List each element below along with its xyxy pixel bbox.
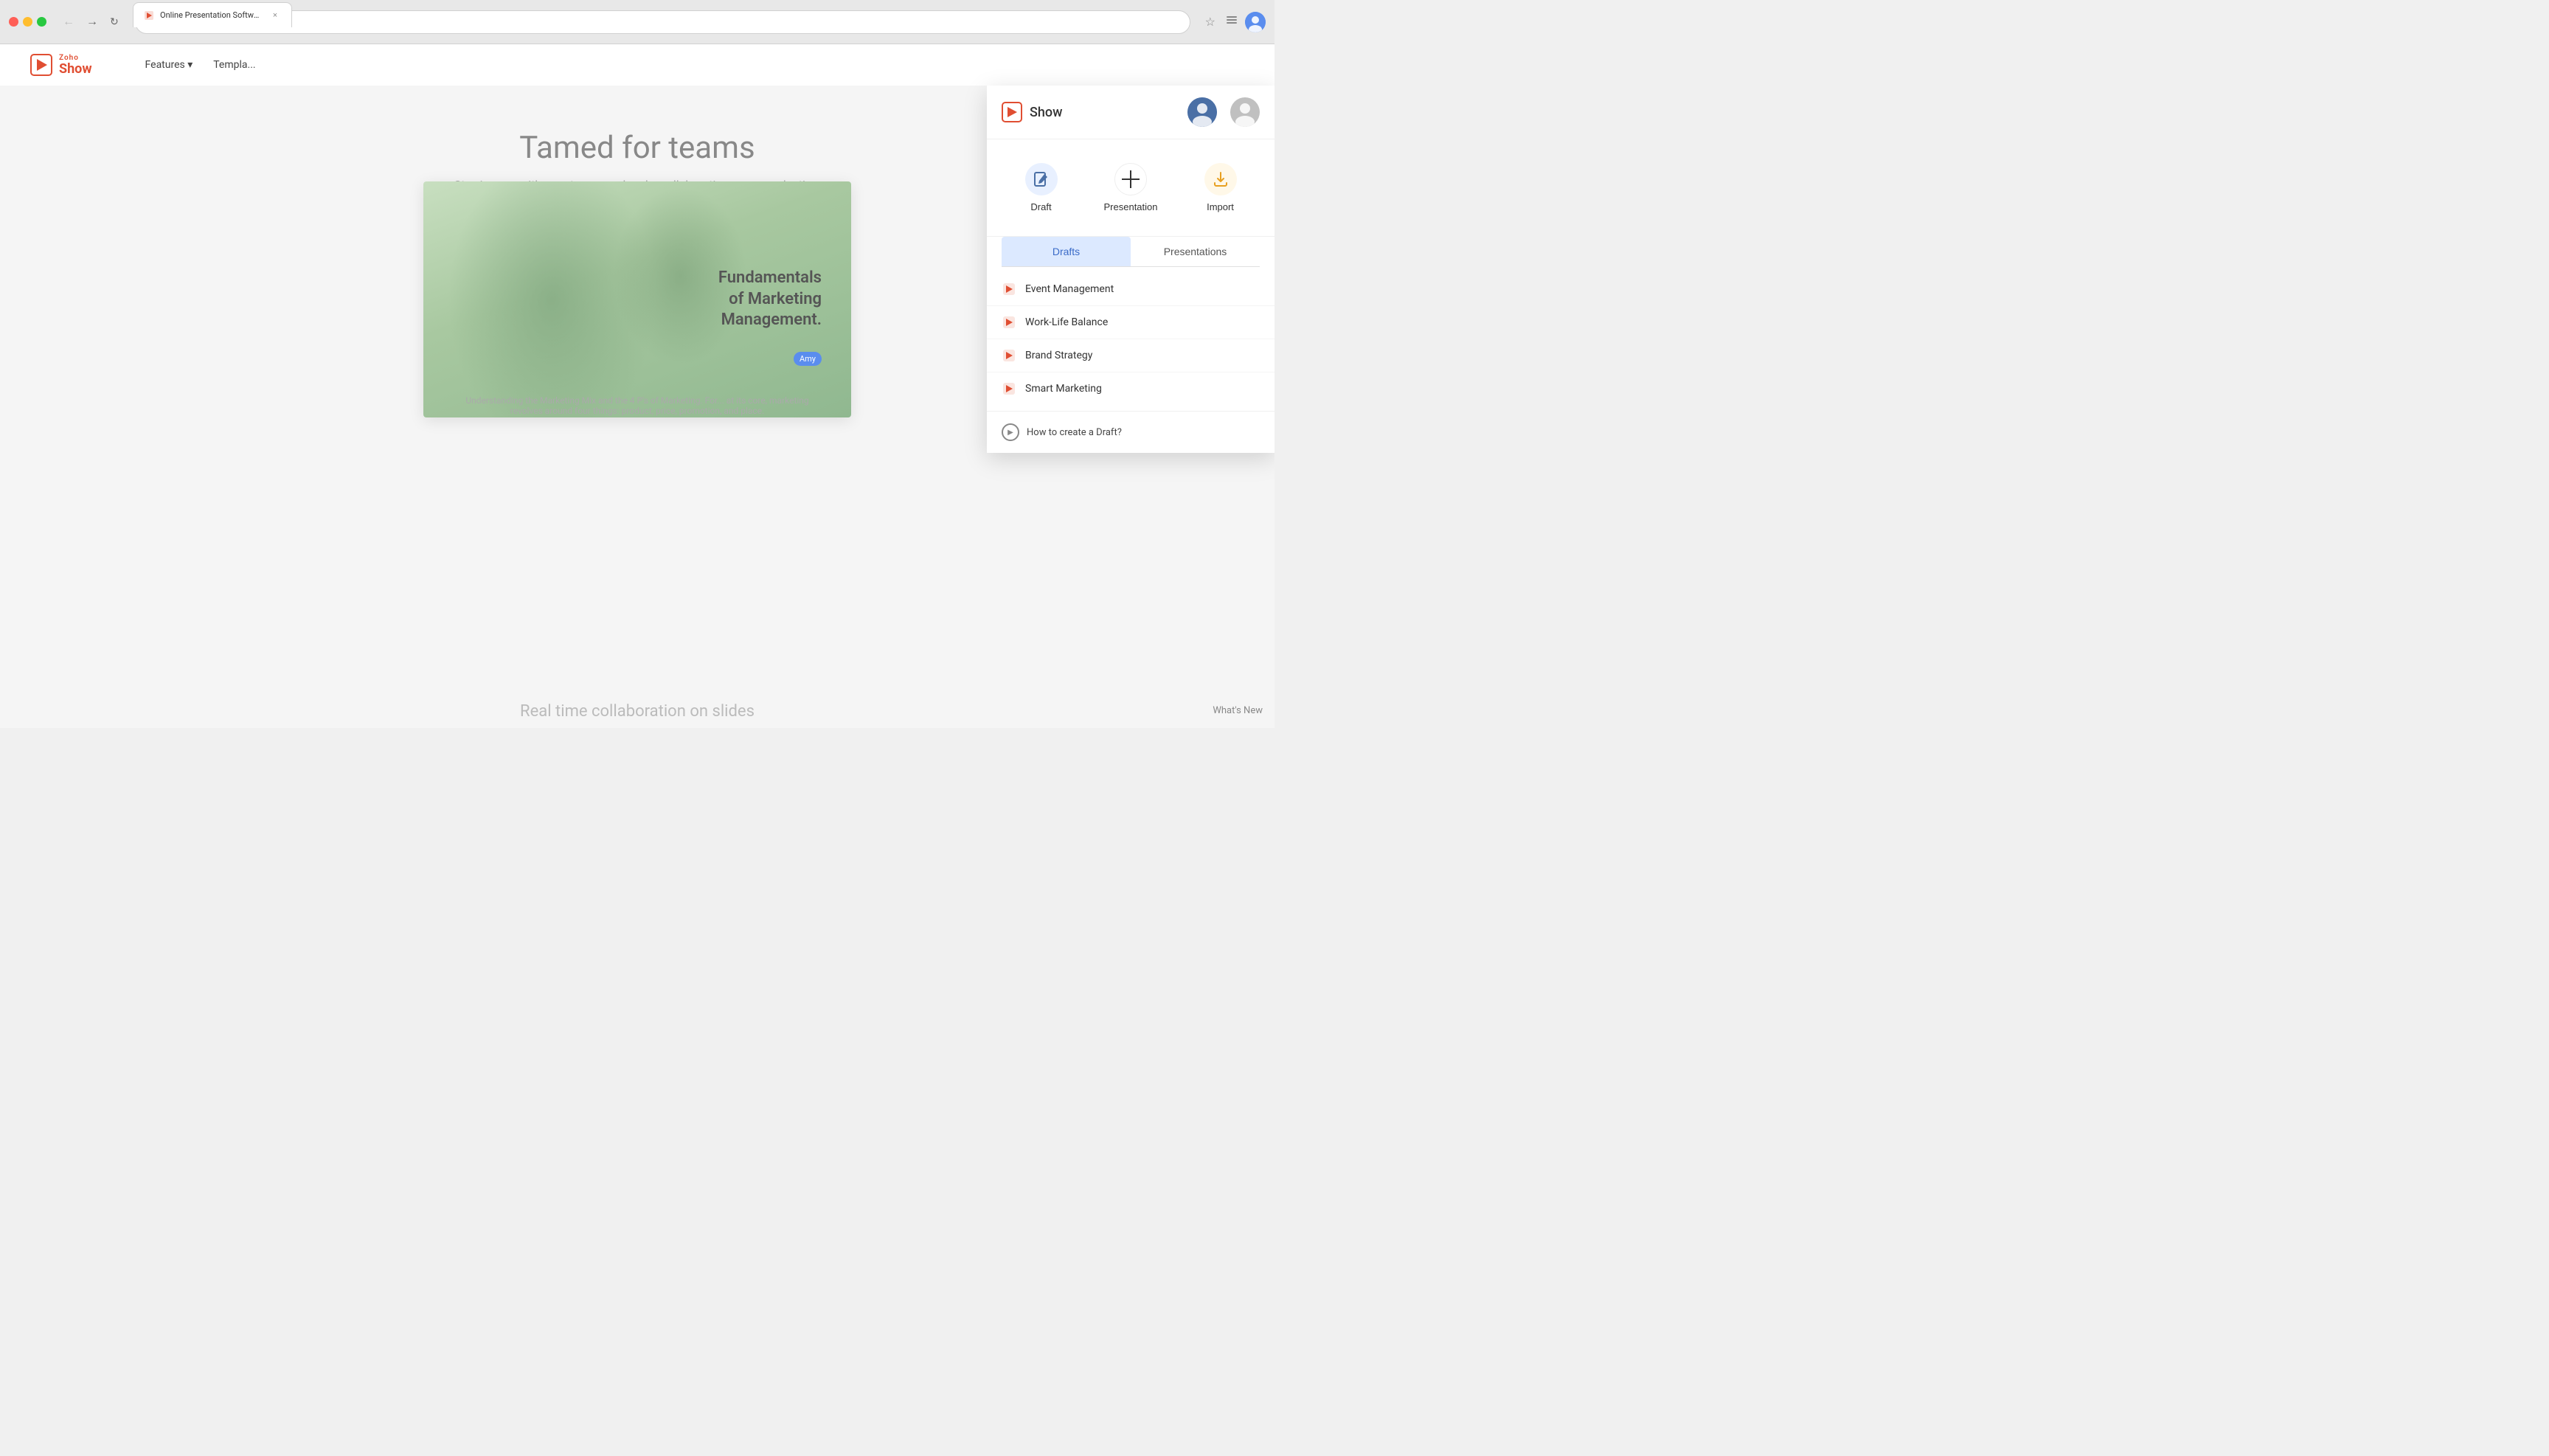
- how-to-create-draft-link[interactable]: How to create a Draft?: [1027, 427, 1122, 438]
- popup-actions: Draft Presentation Imp: [987, 139, 1274, 237]
- item-show-icon-1: [1002, 282, 1016, 297]
- real-time-collaboration-text: Real time collaboration on slides: [520, 702, 755, 721]
- close-traffic-light[interactable]: [9, 17, 18, 27]
- tab-drafts[interactable]: Drafts: [1002, 237, 1131, 266]
- import-icon: [1204, 163, 1237, 195]
- play-circle-icon: ▶: [1002, 423, 1019, 441]
- address-bar[interactable]: Zoho.com/show/: [135, 10, 1190, 34]
- logo-show: Show: [59, 62, 92, 77]
- import-label: Import: [1207, 201, 1234, 212]
- refresh-button[interactable]: ↻: [105, 13, 123, 31]
- user-avatar[interactable]: [1245, 12, 1266, 32]
- zoho-show-logo[interactable]: Zoho Show: [30, 53, 92, 77]
- popup-header: Show: [987, 86, 1274, 139]
- slide-text-overlay: Fundamentalsof MarketingManagement.: [718, 268, 822, 331]
- popup-panel: Show: [987, 86, 1274, 453]
- list-item[interactable]: Smart Marketing: [987, 372, 1274, 405]
- item-label-4: Smart Marketing: [1025, 383, 1102, 395]
- list-item[interactable]: Work-Life Balance: [987, 306, 1274, 339]
- nav-buttons: ← → ↻: [58, 13, 123, 32]
- site-navigation: Zoho Show Features ▾ Templa...: [0, 44, 1274, 86]
- slide-preview: Fundamentalsof MarketingManagement. ‹ Am…: [423, 181, 851, 417]
- tab-close-button[interactable]: ×: [269, 10, 281, 21]
- browser-chrome: Online Presentation Software × ← → ↻ Zoh…: [0, 0, 1274, 44]
- logo-text: Zoho Show: [59, 54, 92, 77]
- bookmark-button[interactable]: ☆: [1202, 12, 1218, 32]
- draft-icon: [1025, 163, 1058, 195]
- list-item[interactable]: Brand Strategy: [987, 339, 1274, 372]
- item-label-3: Brand Strategy: [1025, 350, 1092, 361]
- item-show-icon-4: [1002, 381, 1016, 396]
- site-nav-links: Features ▾ Templa...: [136, 55, 1245, 75]
- item-show-icon-3: [1002, 348, 1016, 363]
- tab-title: Online Presentation Software: [160, 10, 263, 20]
- browser-actions: ☆: [1202, 10, 1266, 34]
- templates-nav-link[interactable]: Templa...: [204, 55, 264, 75]
- back-button[interactable]: ←: [58, 13, 79, 32]
- presentation-icon: [1114, 163, 1147, 195]
- popup-footer: ▶ How to create a Draft?: [987, 411, 1274, 453]
- minimize-traffic-light[interactable]: [23, 17, 32, 27]
- popup-user-avatar-2[interactable]: [1230, 97, 1260, 127]
- traffic-lights: [9, 17, 46, 27]
- list-item[interactable]: Event Management: [987, 273, 1274, 306]
- draft-label: Draft: [1030, 201, 1051, 212]
- forward-button[interactable]: →: [82, 13, 103, 32]
- popup-tabs: Drafts Presentations: [1002, 237, 1260, 267]
- popup-user-avatar-1[interactable]: [1187, 97, 1217, 127]
- presentation-action-button[interactable]: Presentation: [1092, 157, 1170, 218]
- popup-title: Show: [1030, 105, 1062, 120]
- website-content: Zoho Show Features ▾ Templa... Tamed for…: [0, 44, 1274, 728]
- presentation-label: Presentation: [1104, 201, 1158, 212]
- hero-title: Tamed for teams: [454, 130, 821, 166]
- logo-zoho: Zoho: [59, 54, 92, 62]
- tab-bar: Online Presentation Software ×: [133, 0, 292, 27]
- draft-action-button[interactable]: Draft: [1013, 157, 1069, 218]
- maximize-traffic-light[interactable]: [37, 17, 46, 27]
- item-label-2: Work-Life Balance: [1025, 316, 1108, 328]
- tab-presentations[interactable]: Presentations: [1131, 237, 1260, 266]
- import-action-button[interactable]: Import: [1193, 157, 1249, 218]
- popup-logo-icon: [1002, 102, 1022, 122]
- features-nav-link[interactable]: Features ▾: [136, 55, 202, 75]
- slide-preview-inner: Fundamentalsof MarketingManagement.: [423, 181, 851, 417]
- hero-bottom-text: Understanding the Marketing Mix and the …: [453, 395, 822, 410]
- whats-new-label[interactable]: What's New: [1213, 705, 1263, 716]
- collaborator-avatar-tag: Amy: [794, 352, 822, 366]
- extensions-button[interactable]: [1221, 10, 1242, 34]
- tab-favicon: [144, 10, 154, 21]
- item-show-icon-2: [1002, 315, 1016, 330]
- slide-title: Fundamentalsof MarketingManagement.: [718, 268, 822, 331]
- item-label-1: Event Management: [1025, 283, 1114, 295]
- popup-list: Event Management Work-Life Balance: [987, 267, 1274, 411]
- active-tab[interactable]: Online Presentation Software ×: [133, 2, 292, 27]
